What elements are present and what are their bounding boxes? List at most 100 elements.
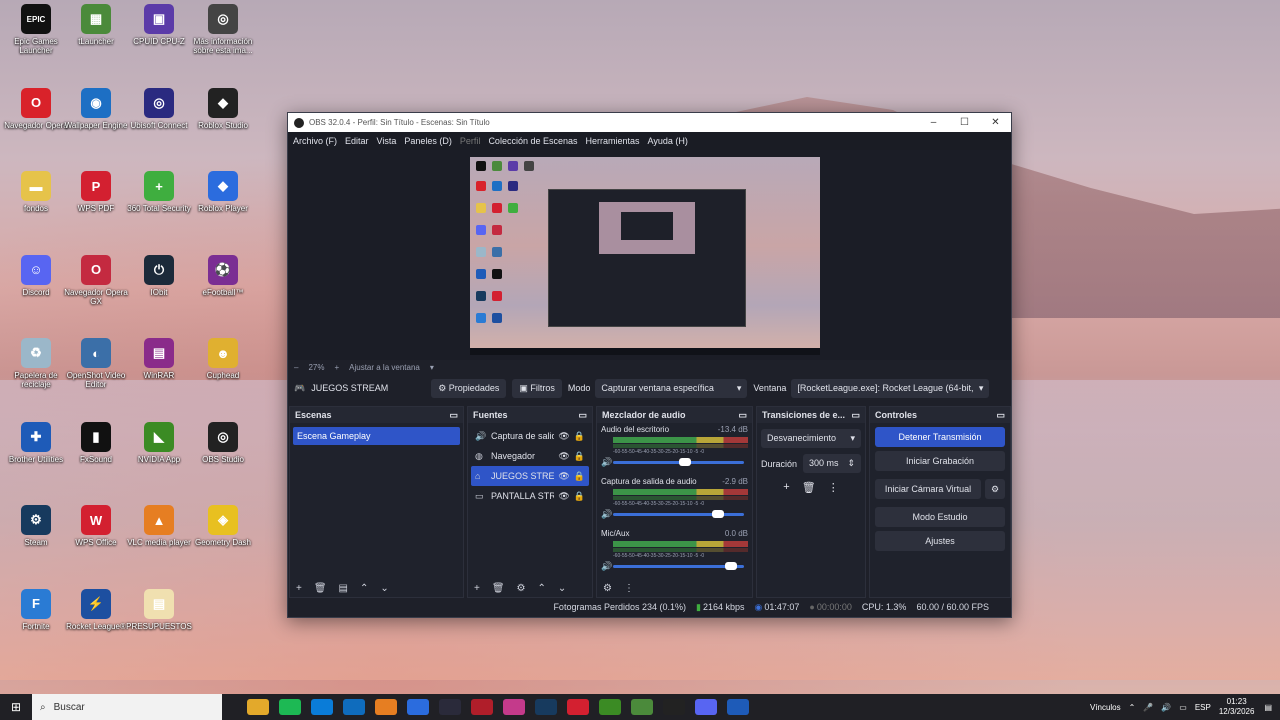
- volume-knob[interactable]: [711, 510, 724, 518]
- menu-perfil[interactable]: Perfil: [460, 136, 481, 146]
- menu-vista[interactable]: Vista: [377, 136, 397, 146]
- delete-transition-icon[interactable]: 🗑: [802, 481, 816, 494]
- taskbar-app-icon[interactable]: [343, 699, 365, 715]
- desktop-icon[interactable]: ▤ WinRAR: [126, 338, 192, 380]
- scene-filters-icon[interactable]: ▤: [339, 583, 348, 594]
- taskbar-app-icon[interactable]: [247, 699, 269, 715]
- taskbar-app-icon[interactable]: [599, 699, 621, 715]
- taskbar-app-icon[interactable]: [695, 699, 717, 715]
- desktop-icon[interactable]: ▦ tLauncher: [63, 4, 129, 46]
- desktop-icon[interactable]: ⚙ Steam: [3, 505, 69, 547]
- window-select[interactable]: [RocketLeague.exe]: Rocket League (64-bi…: [791, 378, 990, 398]
- taskbar-app-icon[interactable]: [279, 699, 301, 715]
- desktop-icon[interactable]: ☻ Cuphead: [190, 338, 256, 380]
- move-up-icon[interactable]: ⌃: [360, 583, 368, 594]
- move-down-icon[interactable]: ⌄: [558, 583, 566, 594]
- taskbar-app-icon[interactable]: [567, 699, 589, 715]
- preview-canvas[interactable]: [470, 157, 820, 355]
- duration-spinbox[interactable]: 300 ms ⇕: [803, 454, 861, 473]
- desktop-icon[interactable]: ◈ Geometry Dash: [190, 505, 256, 547]
- minimize-button[interactable]: –: [918, 117, 949, 128]
- menu-herramientas[interactable]: Herramientas: [586, 136, 640, 146]
- desktop-icon[interactable]: ◣ NVIDIA App: [126, 421, 192, 464]
- desktop-icon[interactable]: ◆ Roblox Studio: [190, 87, 256, 130]
- desktop-icon[interactable]: ⏻ IObit: [126, 254, 192, 297]
- source-item[interactable]: ◍ Navegador 👁 🔒: [471, 446, 589, 466]
- properties-button[interactable]: ⚙ Propiedades: [431, 378, 507, 398]
- visibility-eye-icon[interactable]: 👁: [558, 471, 569, 482]
- taskbar-app-icon[interactable]: [663, 699, 685, 715]
- transition-select[interactable]: Desvanecimiento ▾: [761, 429, 861, 448]
- speaker-icon[interactable]: 🔊: [601, 561, 613, 572]
- delete-source-icon[interactable]: 🗑: [492, 583, 505, 594]
- volume-knob[interactable]: [724, 562, 737, 570]
- delete-scene-icon[interactable]: 🗑: [314, 583, 327, 594]
- desktop-icon[interactable]: ◐ OpenShot Video Editor: [63, 338, 129, 389]
- taskbar-app-icon[interactable]: [631, 699, 653, 715]
- lock-icon[interactable]: 🔒: [574, 471, 585, 482]
- taskbar-app-icon[interactable]: [727, 699, 749, 715]
- taskbar-app-icon[interactable]: [503, 699, 525, 715]
- network-icon[interactable]: ▭: [1179, 703, 1187, 712]
- source-settings-icon[interactable]: ⚙: [517, 583, 526, 594]
- obs-window[interactable]: OBS 32.0.4 - Perfil: Sin Título - Escena…: [287, 112, 1012, 618]
- notification-icon[interactable]: ▤: [1264, 703, 1272, 712]
- lock-icon[interactable]: 🔒: [574, 491, 585, 502]
- speaker-icon[interactable]: 🔊: [601, 509, 613, 520]
- settings-button[interactable]: Ajustes: [875, 531, 1005, 551]
- menu-archivo[interactable]: Archivo (F): [293, 136, 337, 146]
- desktop-icon[interactable]: ▬ fondos: [3, 171, 69, 213]
- scene-item[interactable]: Escena Gameplay: [293, 427, 460, 445]
- taskbar-app-icon[interactable]: [471, 699, 493, 715]
- desktop-icon[interactable]: ▣ CPUID CPU-Z: [126, 4, 192, 46]
- desktop-icon[interactable]: ▮ FxSound: [63, 421, 129, 464]
- desktop-icon[interactable]: ☺ Discord: [3, 254, 69, 297]
- desktop-icon[interactable]: ◆ Roblox Player: [190, 171, 256, 213]
- zoom-out-button[interactable]: –: [294, 363, 298, 372]
- volume-knob[interactable]: [679, 458, 692, 466]
- desktop-icon[interactable]: ◎ Más información sobre esta ima...: [190, 4, 256, 55]
- speaker-icon[interactable]: 🔊: [601, 457, 613, 468]
- taskbar-app-icon[interactable]: [311, 699, 333, 715]
- volume-slider[interactable]: [613, 510, 744, 518]
- add-source-icon[interactable]: +: [474, 583, 480, 594]
- move-up-icon[interactable]: ⌃: [538, 583, 546, 594]
- desktop-icon[interactable]: ♻ Papelera de reciclaje: [3, 338, 69, 389]
- advanced-audio-icon[interactable]: ⚙: [603, 583, 612, 594]
- desktop-icon[interactable]: P WPS PDF: [63, 171, 129, 213]
- taskbar-app-icon[interactable]: [535, 699, 557, 715]
- mode-select[interactable]: Capturar ventana específica ▾: [595, 378, 748, 398]
- start-recording-button[interactable]: Iniciar Grabación: [875, 451, 1005, 471]
- taskbar-app-icon[interactable]: [439, 699, 461, 715]
- preview-area[interactable]: [288, 150, 1011, 360]
- menu-paneles[interactable]: Paneles (D): [404, 136, 452, 146]
- desktop-icon[interactable]: ▤ PRESUPUESTOS: [126, 588, 192, 631]
- desktop-icon[interactable]: ◎ OBS Studio: [190, 421, 256, 464]
- volume-slider[interactable]: [613, 458, 744, 466]
- search-box[interactable]: ⌕ Buscar: [32, 694, 222, 720]
- menu-ayuda[interactable]: Ayuda (H): [648, 136, 688, 146]
- desktop-icon[interactable]: ⚽ eFootball™: [190, 254, 256, 297]
- taskbar-app-icon[interactable]: [375, 699, 397, 715]
- add-transition-icon[interactable]: +: [783, 481, 789, 494]
- chevron-down-icon[interactable]: ▾: [430, 363, 434, 372]
- studio-mode-button[interactable]: Modo Estudio: [875, 507, 1005, 527]
- desktop-icon[interactable]: O Navegador Opera GX: [63, 254, 129, 306]
- move-down-icon[interactable]: ⌄: [380, 583, 388, 594]
- desktop-icon[interactable]: W WPS Office: [63, 505, 129, 547]
- zoom-fit-label[interactable]: Ajustar a la ventana: [349, 363, 420, 372]
- transition-menu-icon[interactable]: ⋮: [828, 481, 839, 494]
- source-item[interactable]: ▭ PANTALLA STREA 👁 🔒: [471, 486, 589, 506]
- microphone-icon[interactable]: 🎤: [1143, 703, 1153, 712]
- virtual-camera-settings-icon[interactable]: ⚙: [985, 479, 1005, 499]
- desktop-icon[interactable]: ✚ Brother Utilities: [3, 421, 69, 464]
- desktop-icon[interactable]: ⚡ Rocket League®: [63, 588, 129, 631]
- menu-coleccion-escenas[interactable]: Colección de Escenas: [488, 136, 577, 146]
- desktop-icon[interactable]: ◉ Wallpaper Engine: [63, 87, 129, 130]
- menu-editar[interactable]: Editar: [345, 136, 369, 146]
- volume-icon[interactable]: 🔊: [1161, 703, 1171, 712]
- desktop-icon[interactable]: +360 Total Security: [126, 171, 192, 213]
- zoom-in-button[interactable]: +: [334, 363, 339, 372]
- close-button[interactable]: ✕: [980, 117, 1011, 128]
- language-indicator[interactable]: ESP: [1195, 703, 1211, 712]
